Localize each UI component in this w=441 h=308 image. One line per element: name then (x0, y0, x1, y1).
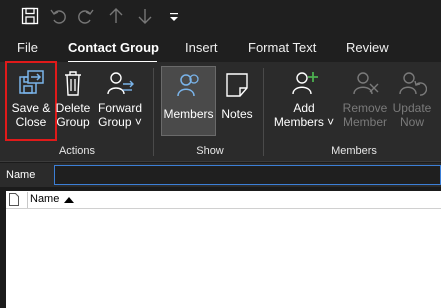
remove-member-button[interactable]: Remove Member (339, 68, 391, 129)
save-close-button[interactable]: Save & Close (7, 68, 55, 129)
show-group-label: Show (196, 145, 224, 157)
forward-group-button[interactable]: Forward Group ˅ (94, 68, 146, 129)
members-icon (161, 70, 216, 103)
remove-member-label-1: Remove (342, 101, 388, 115)
delete-group-label-1: Delete (55, 101, 91, 115)
redo-icon[interactable] (76, 6, 96, 26)
ribbon-separator (153, 68, 154, 156)
actions-group-label: Actions (58, 145, 96, 157)
save-close-label-2: Close (15, 115, 47, 129)
name-label: Name (6, 169, 36, 181)
forward-group-icon (94, 68, 146, 101)
tab-review[interactable]: Review (346, 40, 389, 55)
add-members-label-2: Members ˅ (273, 115, 335, 129)
name-input[interactable] (54, 165, 441, 185)
save-close-label-1: Save & (11, 101, 51, 115)
undo-icon[interactable] (48, 6, 68, 26)
down-arrow-icon[interactable] (135, 6, 155, 26)
tab-file[interactable]: File (17, 40, 38, 55)
header-divider (27, 192, 28, 208)
delete-group-label-2: Group (56, 115, 90, 129)
notes-button[interactable]: Notes (219, 70, 255, 121)
document-icon (9, 193, 19, 206)
save-close-icon (7, 68, 55, 101)
tab-format-text[interactable]: Format Text (248, 40, 316, 55)
members-group-label: Members (331, 145, 377, 157)
notes-icon (219, 70, 255, 103)
sort-ascending-icon (64, 197, 74, 203)
members-list[interactable]: Name (6, 191, 441, 308)
add-members-icon (273, 68, 335, 101)
customize-qat-icon[interactable] (164, 6, 184, 26)
ribbon-separator (263, 68, 264, 156)
column-header-name[interactable]: Name (30, 193, 59, 205)
quick-access-toolbar (0, 0, 441, 32)
add-members-label-1: Add (293, 101, 315, 115)
forward-group-label-2: Group ˅ (98, 115, 142, 129)
remove-member-label-2: Member (342, 115, 387, 129)
ribbon-tabs: File Contact Group Insert Format Text Re… (0, 32, 441, 62)
tab-insert[interactable]: Insert (185, 40, 218, 55)
tab-contact-group[interactable]: Contact Group (68, 40, 159, 55)
update-now-label-2: Now (399, 115, 424, 129)
notes-label: Notes (221, 107, 253, 121)
list-header: Name (6, 191, 441, 209)
remove-member-icon (339, 68, 391, 101)
members-label: Members (163, 107, 214, 121)
delete-group-button[interactable]: Delete Group (55, 68, 91, 129)
up-arrow-icon[interactable] (106, 6, 126, 26)
forward-group-label-1: Forward (97, 101, 142, 115)
save-icon[interactable] (20, 6, 40, 26)
update-now-label-1: Update (392, 101, 432, 115)
update-now-icon (392, 68, 432, 101)
add-members-button[interactable]: Add Members ˅ (273, 68, 335, 129)
name-row: Name (0, 163, 441, 187)
update-now-button[interactable]: Update Now (392, 68, 432, 129)
members-button[interactable]: Members (161, 70, 216, 121)
trash-icon (55, 68, 91, 101)
